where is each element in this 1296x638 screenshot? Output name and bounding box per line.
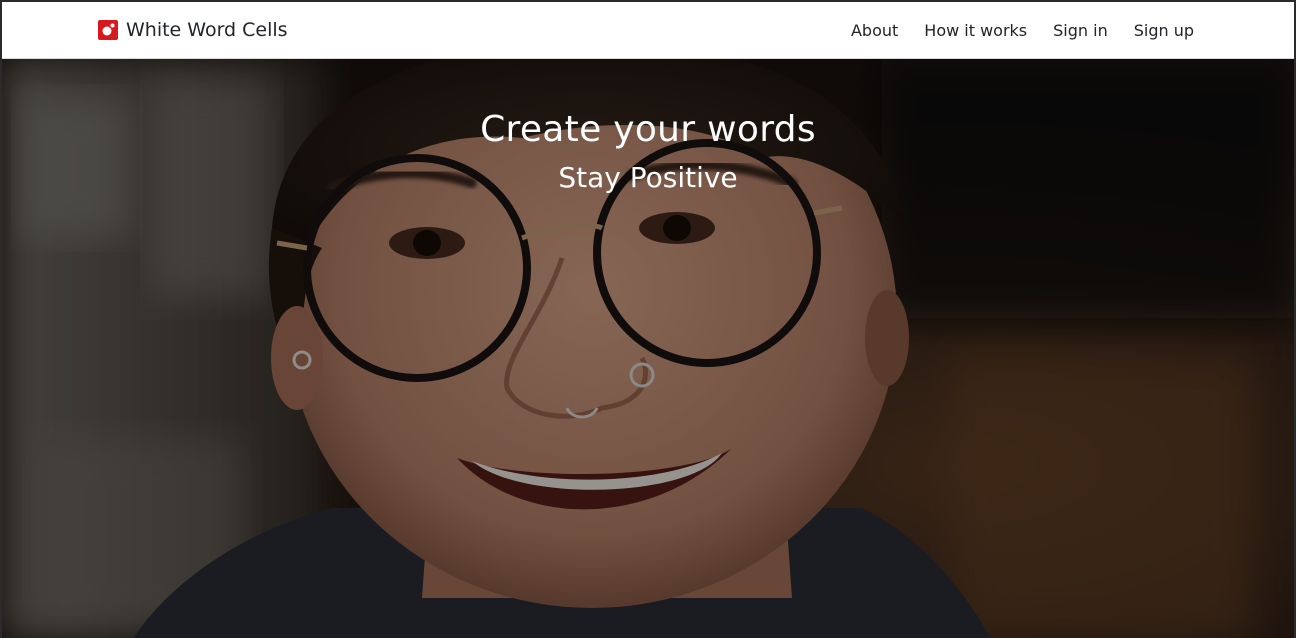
navbar: White Word Cells About How it works Sign…	[2, 2, 1294, 59]
brand-logo-icon	[98, 20, 118, 40]
browser-viewport: White Word Cells About How it works Sign…	[0, 0, 1296, 638]
brand-name: White Word Cells	[126, 19, 288, 41]
nav-link-sign-in[interactable]: Sign in	[1053, 21, 1108, 40]
brand-link[interactable]: White Word Cells	[98, 2, 288, 58]
hero-title: Create your words	[480, 109, 816, 150]
hero-section: Create your words Stay Positive	[2, 58, 1294, 638]
nav-link-sign-up[interactable]: Sign up	[1134, 21, 1194, 40]
nav-links: About How it works Sign in Sign up	[851, 2, 1194, 58]
nav-link-how-it-works[interactable]: How it works	[924, 21, 1027, 40]
nav-link-about[interactable]: About	[851, 21, 898, 40]
hero-subtitle: Stay Positive	[558, 161, 738, 194]
hero-text-block: Create your words Stay Positive	[2, 106, 1294, 196]
